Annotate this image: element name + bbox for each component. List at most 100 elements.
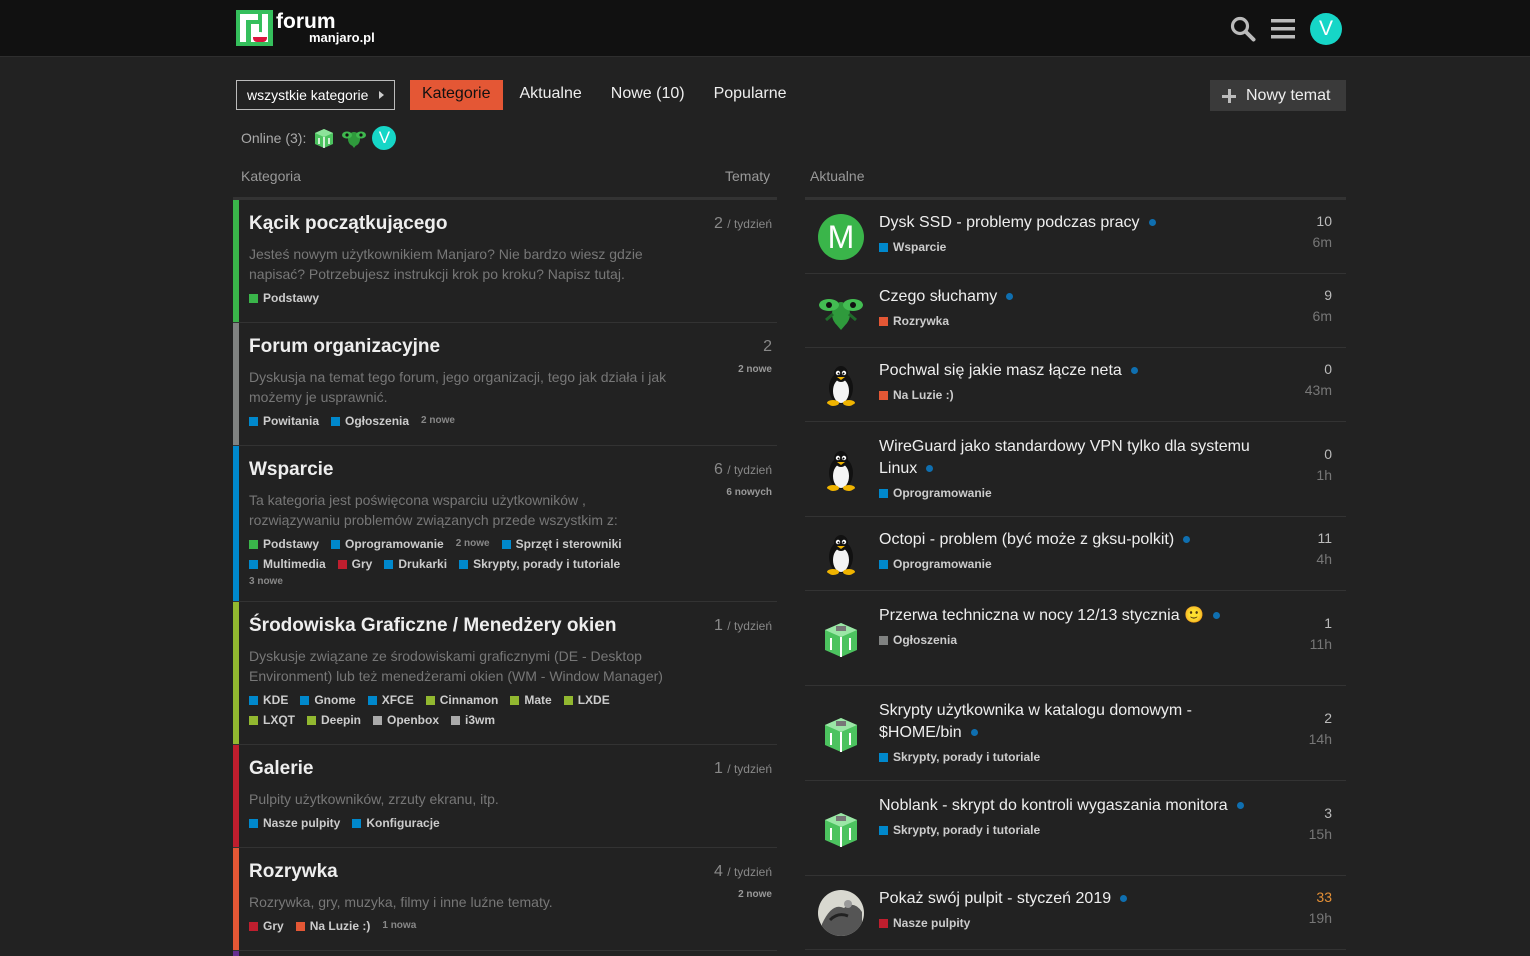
topic-post-count[interactable]: 9 (1313, 287, 1332, 303)
subcategory-new-count[interactable]: 2 nowe (456, 534, 490, 554)
topic-title-text[interactable]: WireGuard jako standardowy VPN tylko dla… (879, 438, 1250, 477)
topic-category[interactable]: Oprogramowanie (879, 557, 1276, 571)
topic-row[interactable]: M Dysk SSD - problemy podczas pracy Wsparc… (805, 200, 1346, 274)
topic-title[interactable]: Noblank - skrypt do kontroli wygaszania … (879, 795, 1276, 817)
topic-title-text[interactable]: Czego słuchamy (879, 288, 997, 305)
subcategory-link[interactable]: LXDE (563, 690, 610, 710)
tab-top[interactable]: Popularne (702, 80, 799, 110)
topic-activity-age[interactable]: 11h (1310, 636, 1332, 652)
online-user-box-avatar[interactable] (312, 126, 336, 150)
category-row[interactable]: Wsparcie Ta kategoria jest poświęcona wsp… (233, 446, 777, 602)
topic-row[interactable]: Pochwal się jakie masz łącze neta Na Luzi… (805, 348, 1346, 422)
category-row[interactable]: Kącik początkującego Jesteś nowym użytkow… (233, 200, 777, 323)
subcategory-link[interactable]: Skrypty, porady i tutoriale (459, 554, 620, 574)
topic-title[interactable]: Pokaż swój pulpit - styczeń 2019 (879, 888, 1276, 910)
topic-category[interactable]: Skrypty, porady i tutoriale (879, 823, 1276, 837)
online-user-mantis-avatar[interactable] (342, 126, 367, 150)
subcategory-link[interactable]: Deepin (307, 710, 361, 730)
topic-category[interactable]: Ogłoszenia (879, 633, 1276, 647)
category-row[interactable]: Nauka2 / tydzień (233, 951, 777, 956)
topic-post-count[interactable]: 11 (1316, 530, 1332, 546)
topic-poster-avatar[interactable]: M (818, 214, 864, 260)
category-row[interactable]: Galerie Pulpity użytkowników, zrzuty ekra… (233, 745, 777, 848)
topic-row[interactable]: WireGuard jako standardowy VPN tylko dla… (805, 422, 1346, 517)
category-title[interactable]: Wsparcie (249, 459, 667, 481)
subcategory-link[interactable]: LXQT (249, 710, 295, 730)
subcategory-link[interactable]: Konfiguracje (352, 813, 440, 833)
topic-activity-age[interactable]: 6m (1313, 234, 1332, 250)
topic-row[interactable]: Przerwa techniczna w nocy 12/13 stycznia… (805, 591, 1346, 686)
topic-title[interactable]: WireGuard jako standardowy VPN tylko dla… (879, 436, 1276, 480)
topic-post-count[interactable]: 10 (1313, 213, 1332, 229)
topic-activity-age[interactable]: 6m (1313, 308, 1332, 324)
subcategory-link[interactable]: i3wm (451, 710, 495, 730)
topic-activity-age[interactable]: 15h (1309, 826, 1332, 842)
online-user-v-avatar[interactable]: V (372, 126, 397, 150)
topic-title[interactable]: Przerwa techniczna w nocy 12/13 stycznia… (879, 605, 1276, 627)
topic-row[interactable]: Octopi - problem (być może z gksu-polkit… (805, 517, 1346, 591)
tab-new[interactable]: Nowe (10) (599, 80, 697, 110)
category-title[interactable]: Galerie (249, 758, 667, 780)
topic-title-text[interactable]: Octopi - problem (być może z gksu-polkit… (879, 531, 1174, 548)
new-topics-count[interactable]: 2 nowe (714, 889, 772, 900)
topic-poster-avatar[interactable] (818, 890, 864, 936)
topic-post-count[interactable]: 1 (1310, 615, 1332, 631)
subcategory-new-count[interactable]: 2 nowe (421, 411, 455, 431)
category-dropdown[interactable]: wszystkie kategorie (236, 80, 395, 110)
subcategory-link[interactable]: Gry (337, 554, 372, 574)
topic-row[interactable]: Czego słuchamy Rozrywka 9 6m (805, 274, 1346, 348)
topic-title-text[interactable]: Skrypty użytkownika w katalogu domowym -… (879, 702, 1192, 741)
new-topics-count[interactable]: 6 nowych (714, 487, 772, 498)
subcategory-link[interactable]: Multimedia (249, 554, 326, 574)
subcategory-link[interactable]: Cinnamon (425, 690, 498, 710)
topic-post-count[interactable]: 0 (1305, 361, 1332, 377)
menu-button[interactable] (1270, 14, 1296, 44)
topic-post-count[interactable]: 0 (1316, 446, 1332, 462)
subcategory-link[interactable]: Drukarki (384, 554, 447, 574)
topic-title-text[interactable]: Dysk SSD - problemy podczas pracy (879, 214, 1140, 231)
topic-row[interactable]: Pokaż swój pulpit - styczeń 2019 Nasze pu… (805, 876, 1346, 950)
topic-title[interactable]: Pochwal się jakie masz łącze neta (879, 360, 1276, 382)
category-title[interactable]: Forum organizacyjne (249, 336, 667, 358)
subcategory-new-count[interactable]: 1 nowa (382, 916, 416, 936)
topic-title-text[interactable]: Pokaż swój pulpit - styczeń 2019 (879, 890, 1111, 907)
topic-poster-avatar[interactable] (818, 531, 864, 577)
topic-row[interactable]: Noblank - skrypt do kontroli wygaszania … (805, 781, 1346, 876)
subcategory-link[interactable]: Powitania (249, 411, 319, 431)
subcategory-link[interactable]: Nasze pulpity (249, 813, 340, 833)
topic-title-text[interactable]: Pochwal się jakie masz łącze neta (879, 362, 1122, 379)
category-row[interactable]: Środowiska Graficzne / Menedżery okien Dy… (233, 602, 777, 745)
new-topic-button[interactable]: Nowy temat (1210, 80, 1346, 111)
subcategory-link[interactable]: XFCE (367, 690, 414, 710)
subcategory-link[interactable]: Sprzęt i sterowniki (501, 534, 622, 554)
topic-title[interactable]: Czego słuchamy (879, 286, 1276, 308)
category-title[interactable]: Środowiska Graficzne / Menedżery okien (249, 615, 667, 637)
user-avatar[interactable]: V (1310, 13, 1342, 45)
topic-category[interactable]: Na Luzie :) (879, 388, 1276, 402)
category-title[interactable]: Rozrywka (249, 861, 667, 883)
topic-poster-avatar[interactable] (818, 362, 864, 408)
topic-category[interactable]: Oprogramowanie (879, 486, 1276, 500)
subcategory-link[interactable]: Gnome (300, 690, 356, 710)
category-row[interactable]: Rozrywka Rozrywka, gry, muzyka, filmy i i… (233, 848, 777, 951)
topic-poster-avatar[interactable] (818, 711, 864, 757)
topic-title-text[interactable]: Przerwa techniczna w nocy 12/13 stycznia… (879, 607, 1204, 624)
topic-category[interactable]: Skrypty, porady i tutoriale (879, 750, 1276, 764)
search-button[interactable] (1230, 14, 1256, 44)
subcategory-link[interactable]: Oprogramowanie (331, 534, 444, 554)
category-new-count[interactable]: 3 nowe (249, 576, 667, 587)
topic-category[interactable]: Rozrywka (879, 314, 1276, 328)
topic-poster-avatar[interactable] (818, 447, 864, 493)
topic-activity-age[interactable]: 19h (1309, 910, 1332, 926)
topic-post-count[interactable]: 2 (1309, 710, 1332, 726)
topic-title[interactable]: Dysk SSD - problemy podczas pracy (879, 212, 1276, 234)
tab-categories[interactable]: Kategorie (410, 80, 503, 110)
topic-activity-age[interactable]: 14h (1309, 731, 1332, 747)
topic-poster-avatar[interactable] (818, 806, 864, 852)
topic-activity-age[interactable]: 4h (1316, 551, 1332, 567)
topic-category[interactable]: Nasze pulpity (879, 916, 1276, 930)
topic-post-count[interactable]: 3 (1309, 805, 1332, 821)
subcategory-link[interactable]: Podstawy (249, 534, 319, 554)
topic-poster-avatar[interactable] (818, 288, 864, 334)
topic-category[interactable]: Wsparcie (879, 240, 1276, 254)
